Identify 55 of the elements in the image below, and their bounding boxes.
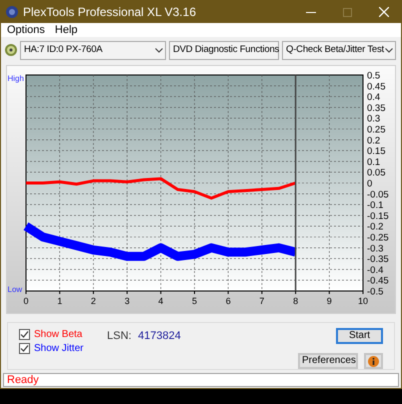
dropdown[interactable]: Q-Check Beta/Jitter Test	[282, 40, 396, 60]
preferences-button[interactable]: Preferences	[298, 353, 358, 369]
tick-label: -0.35	[367, 254, 389, 266]
tick-label: -0.25	[367, 232, 389, 244]
tick-label: 9	[326, 296, 332, 306]
tick-label: 7	[259, 296, 264, 306]
window-title: PlexTools Professional XL V3.16	[23, 4, 196, 21]
checkbox[interactable]	[19, 343, 30, 354]
tick-label: 2	[90, 296, 96, 306]
app-icon	[6, 6, 18, 18]
tick-label: 0.45	[367, 81, 386, 92]
tick-label: -0.5	[367, 286, 384, 298]
tick-label: 4	[158, 296, 164, 306]
start-button[interactable]: Start	[336, 328, 383, 344]
menu-item[interactable]: Help	[54, 24, 78, 36]
dropdown[interactable]: DVD Diagnostic Functions	[169, 40, 279, 60]
tick-label: -0.1	[367, 200, 384, 212]
lsn-value: 4173824	[138, 329, 181, 342]
tick-label: 5	[192, 296, 197, 306]
tick-label: 3	[124, 296, 130, 306]
tick-label: 0	[24, 296, 28, 306]
disc-icon	[5, 44, 17, 56]
tick-label: -0.15	[367, 210, 389, 222]
tick-label: 0.15	[367, 146, 386, 158]
chevron-down-icon	[385, 48, 393, 52]
menu-item[interactable]: Options	[7, 24, 45, 36]
tick-label: 0.2	[367, 135, 380, 146]
close-icon[interactable]	[379, 7, 389, 17]
tick-label: 0.05	[367, 168, 386, 179]
tick-label: 0.3	[367, 114, 380, 125]
tick-label: -0.4	[367, 264, 384, 276]
checkbox-label[interactable]: Show Jitter	[34, 341, 84, 356]
lsn-label: LSN:	[107, 329, 132, 342]
chevron-down-icon	[155, 48, 163, 52]
tick-label: 8	[293, 296, 298, 306]
tick-label: 10	[358, 296, 368, 306]
tick-label: 0.5	[367, 70, 380, 82]
tick-label: 0.25	[367, 124, 386, 136]
low-label: Low	[8, 285, 22, 294]
tick-label: -0.2	[367, 222, 384, 233]
checkbox-label[interactable]: Show Beta	[34, 327, 82, 342]
tick-label: 0.1	[367, 156, 380, 168]
tick-label: 0	[367, 178, 372, 190]
high-label: High	[8, 74, 24, 83]
tick-label: 0.35	[367, 102, 386, 114]
tick-label: -0.45	[367, 276, 389, 287]
dropdown[interactable]: HA:7 ID:0 PX-760A	[20, 40, 166, 60]
tick-label: 0.4	[367, 92, 380, 104]
tick-label: 6	[226, 296, 231, 306]
checkbox[interactable]	[19, 329, 30, 340]
info-button[interactable]	[364, 353, 383, 369]
tick-label: -0.3	[367, 243, 384, 254]
tick-label: 1	[57, 296, 62, 306]
tick-label: -0.05	[367, 189, 389, 200]
status-text: Ready	[7, 374, 39, 386]
